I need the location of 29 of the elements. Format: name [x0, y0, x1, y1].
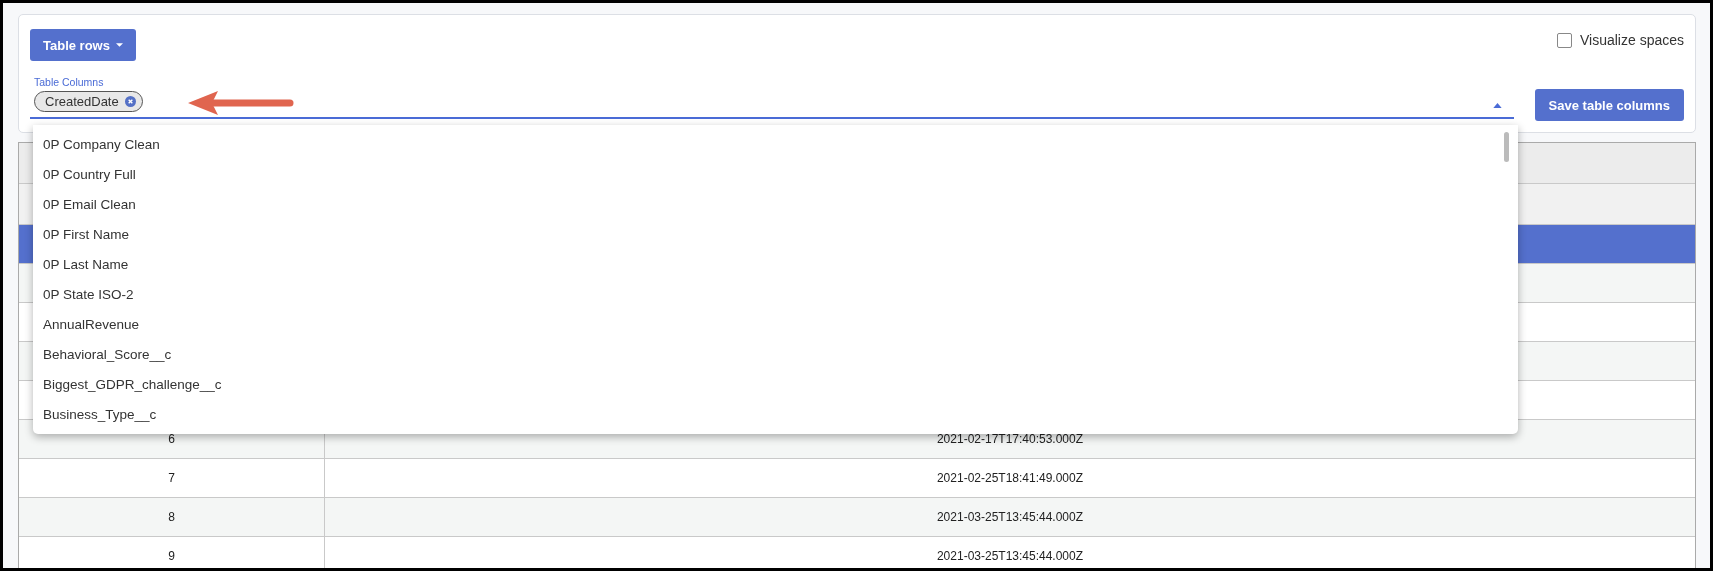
table-cell-text: 2021-02-25T18:41:49.000Z: [935, 470, 1085, 487]
table-cell: 8: [19, 498, 325, 536]
dropdown-option[interactable]: 0P Email Clean: [33, 189, 1518, 219]
dropdown-option[interactable]: 0P Last Name: [33, 249, 1518, 279]
checkbox[interactable]: [1556, 32, 1572, 48]
field-label: Table Columns: [34, 76, 105, 88]
table-cell-text: 2021-03-25T13:45:44.000Z: [935, 548, 1085, 565]
table-cell-text: 2021-02-17T17:40:53.000Z: [935, 431, 1085, 448]
scrollbar[interactable]: [1504, 132, 1509, 162]
remove-icon[interactable]: [124, 96, 136, 107]
table-cell-text: 2021-03-25T13:45:44.000Z: [935, 509, 1085, 526]
columns-select-field[interactable]: Table Columns CreatedDate: [30, 73, 1514, 119]
save-table-columns-button[interactable]: Save table columns: [1534, 89, 1684, 121]
table-cell: 7: [19, 459, 325, 497]
dropdown-option[interactable]: AnnualRevenue: [33, 309, 1518, 339]
dropdown-option[interactable]: 0P Company Clean: [33, 129, 1518, 159]
caret-icon: [115, 43, 123, 47]
dropdown-option[interactable]: 0P First Name: [33, 219, 1518, 249]
table-cell: 9: [19, 537, 325, 568]
table-rows-button[interactable]: Table rows: [30, 29, 136, 61]
table-row[interactable]: 9 2021-03-25T13:45:44.000Z: [19, 537, 1695, 568]
chip-label: CreatedDate: [45, 94, 119, 109]
table-row[interactable]: 8 2021-03-25T13:45:44.000Z: [19, 498, 1695, 537]
checkbox-label: Visualize spaces: [1579, 32, 1684, 48]
dropdown-option[interactable]: Behavioral_Score__c: [33, 339, 1518, 369]
caret-icon: [1492, 103, 1502, 108]
dropdown-option[interactable]: 0P State ISO-2: [33, 279, 1518, 309]
dropdown-option[interactable]: 0P Country Full: [33, 159, 1518, 189]
dropdown-option[interactable]: Biggest_GDPR_challenge__c: [33, 369, 1518, 399]
